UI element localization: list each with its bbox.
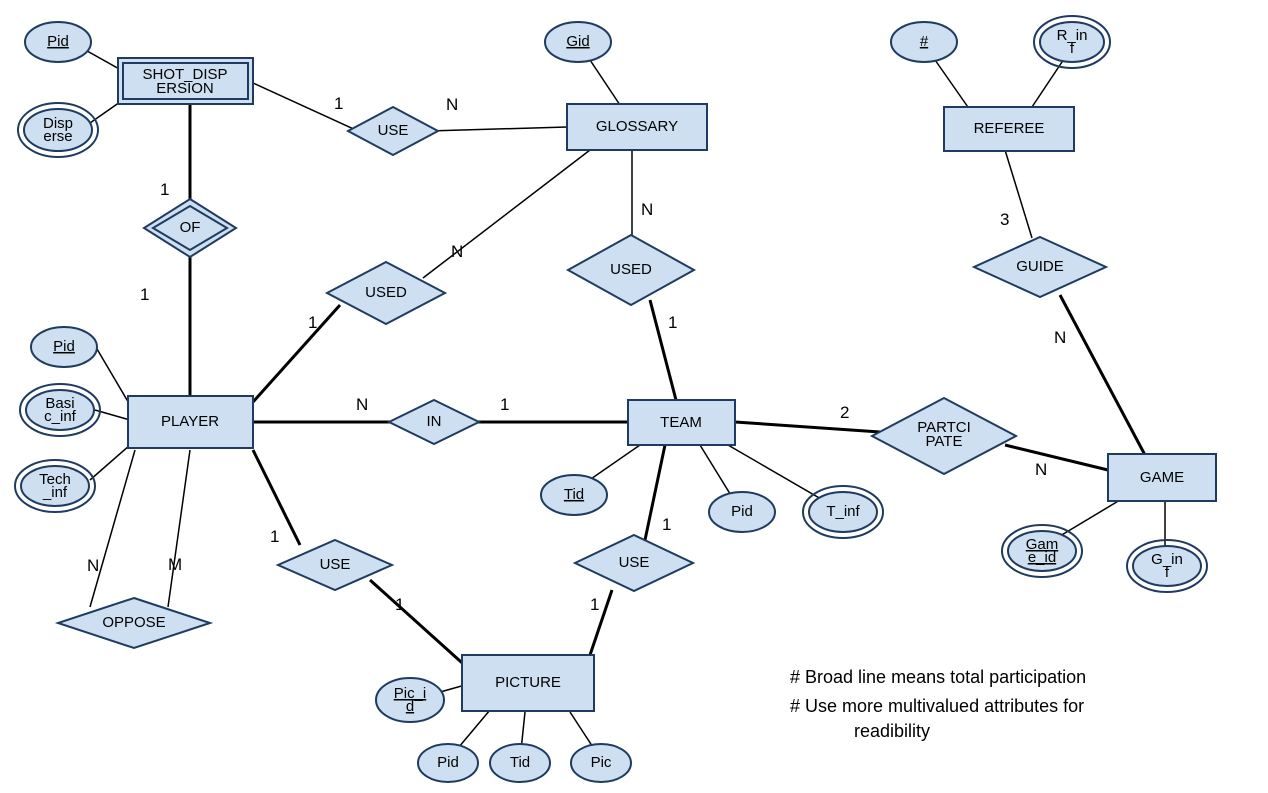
rel-of: OF [144,199,236,257]
card-pic-useteam: 1 [590,595,599,614]
attr-pic: Pic [571,744,631,782]
edge-team-part [735,422,880,432]
card-oppose-n: N [87,556,99,575]
card-pic-useplayer: 1 [395,595,404,614]
card-team-in: 1 [500,395,509,414]
attr-g-inf: G_inf [1127,540,1207,592]
svg-text:USE: USE [378,122,409,139]
entity-referee: REFEREE [944,107,1074,151]
note-2a: # Use more multivalued attributes for [790,696,1084,716]
svg-text:USE: USE [619,554,650,571]
card-team-part: 2 [840,403,849,422]
attr-game-id: Game_id [1002,525,1082,577]
svg-text:Pid: Pid [437,754,459,771]
edge-oppose-right [168,450,190,607]
entity-player: PLAYER [128,396,253,448]
note-1: # Broad line means total participation [790,667,1086,687]
entity-glossary: GLOSSARY [567,104,707,150]
svg-text:USED: USED [610,261,652,278]
card-team-used2: 1 [668,313,677,332]
svg-text:GUIDE: GUIDE [1016,258,1064,275]
svg-text:Game_id: Game_id [1026,536,1059,566]
svg-text:OPPOSE: OPPOSE [102,614,165,631]
svg-text:USE: USE [320,556,351,573]
attr-t-inf: T_inf [803,486,883,538]
attr-player-pid: Pid [31,327,97,367]
svg-text:T_inf: T_inf [826,503,860,520]
card-player-in: N [356,395,368,414]
svg-text:Tech_inf: Tech_inf [39,471,71,501]
card-game-part: N [1035,460,1047,479]
svg-text:PICTURE: PICTURE [495,674,561,691]
rel-use-team-pic: USE [575,535,693,591]
rel-used-team-gloss: USED [568,235,694,305]
edge-player-used1 [253,305,340,402]
attr-ref-num: # [891,22,957,62]
edge-part-game [1005,445,1108,470]
attr-disperse: Disperse [18,103,98,157]
svg-text:GLOSSARY: GLOSSARY [596,118,678,135]
attr-team-pid: Pid [709,492,775,532]
edge-player-pid [97,349,130,405]
card-game-guide: N [1054,328,1066,347]
rel-participate: PARTCIPATE [872,398,1016,474]
attr-basic-inf: Basic_inf [20,384,100,436]
edge-use-gloss [428,127,567,131]
entity-picture: PICTURE [462,655,594,711]
card-player-of: 1 [140,285,149,304]
card-ref-guide: 3 [1000,210,1009,229]
entity-shot-dispersion: SHOT_DISPERSION [118,58,253,104]
note-2b: readibility [854,721,930,741]
svg-text:OF: OF [180,219,201,236]
svg-text:Gid: Gid [566,33,589,50]
rel-guide: GUIDE [974,237,1106,297]
svg-text:Tid: Tid [564,486,584,503]
card-sd-use: 1 [334,94,343,113]
rel-oppose: OPPOSE [58,598,210,648]
svg-text:GAME: GAME [1140,469,1184,486]
attr-tech-inf: Tech_inf [15,460,95,512]
attr-team-tid: Tid [541,475,607,515]
svg-text:REFEREE: REFEREE [974,120,1045,137]
svg-text:TEAM: TEAM [660,414,702,431]
edge-used1-gloss [423,150,590,278]
svg-text:USED: USED [365,284,407,301]
attr-gid: Gid [545,22,611,62]
svg-text:Pid: Pid [731,503,753,520]
card-sd-of: 1 [160,180,169,199]
svg-text:IN: IN [427,413,442,430]
svg-text:Pic: Pic [591,754,612,771]
card-team-usepic: 1 [662,515,671,534]
attr-pic-tid: Tid [490,744,550,782]
card-player-usepic: 1 [270,527,279,546]
edge-usepic-picture [370,580,470,670]
edge-player-tech [90,445,130,480]
entity-team: TEAM [628,400,735,445]
rel-use-sd-gloss: USE [348,107,438,155]
svg-text:Disperse: Disperse [43,115,73,145]
attr-sd-pid: Pid [25,22,91,62]
card-oppose-m: M [168,555,182,574]
svg-text:Basic_inf: Basic_inf [44,395,77,425]
edge-guide-game [1060,295,1145,455]
attr-pic-id: Pic_id [376,678,444,722]
svg-text:Pid: Pid [47,33,69,50]
svg-text:Tid: Tid [510,754,530,771]
attr-pic-pid: Pid [418,744,478,782]
rel-used-player-gloss: USED [327,262,445,324]
svg-text:#: # [920,33,929,50]
svg-text:PLAYER: PLAYER [161,413,219,430]
card-gloss-used1: N [451,242,463,261]
entity-game: GAME [1108,454,1216,501]
card-player-used1: 1 [308,313,317,332]
svg-text:Pid: Pid [53,338,75,355]
card-gloss-use: N [446,95,458,114]
attr-r-inf: R_inf [1034,16,1110,68]
rel-in: IN [389,400,479,444]
card-gloss-used2: N [641,200,653,219]
